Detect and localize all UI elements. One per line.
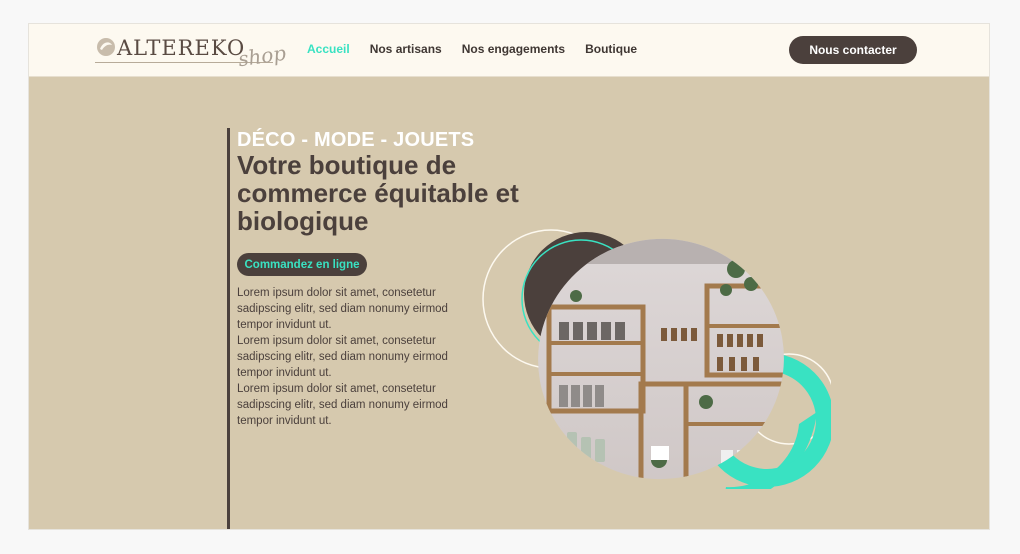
hero-paragraph: Lorem ipsum dolor sit amet, consetetur s… xyxy=(237,287,448,331)
hero-paragraph: Lorem ipsum dolor sit amet, consetetur s… xyxy=(237,383,448,427)
hero-visual xyxy=(482,229,831,489)
brand-name: ALTEREKO xyxy=(117,36,246,60)
brand-logo[interactable]: ALTEREKO shop xyxy=(95,32,288,72)
nav-nos-artisans[interactable]: Nos artisans xyxy=(370,42,442,56)
hero-paragraph: Lorem ipsum dolor sit amet, consetetur s… xyxy=(237,335,448,379)
hero-eyebrow: DÉCO - MODE - JOUETS xyxy=(237,129,475,151)
nav-accueil[interactable]: Accueil xyxy=(307,42,350,56)
nav-boutique[interactable]: Boutique xyxy=(585,42,637,56)
vertical-divider xyxy=(227,128,230,529)
brand-script: shop xyxy=(236,40,288,72)
contact-button[interactable]: Nous contacter xyxy=(789,36,917,64)
site-header: ALTEREKO shop Accueil Nos artisans Nos e… xyxy=(29,24,989,77)
page-frame: ALTEREKO shop Accueil Nos artisans Nos e… xyxy=(28,23,990,530)
hero-body: Lorem ipsum dolor sit amet, consetetur s… xyxy=(237,285,465,429)
main-nav: Accueil Nos artisans Nos engagements Bou… xyxy=(307,42,637,56)
nav-nos-engagements[interactable]: Nos engagements xyxy=(462,42,565,56)
leaf-logo-icon xyxy=(97,38,115,56)
order-online-button[interactable]: Commandez en ligne xyxy=(237,253,367,276)
